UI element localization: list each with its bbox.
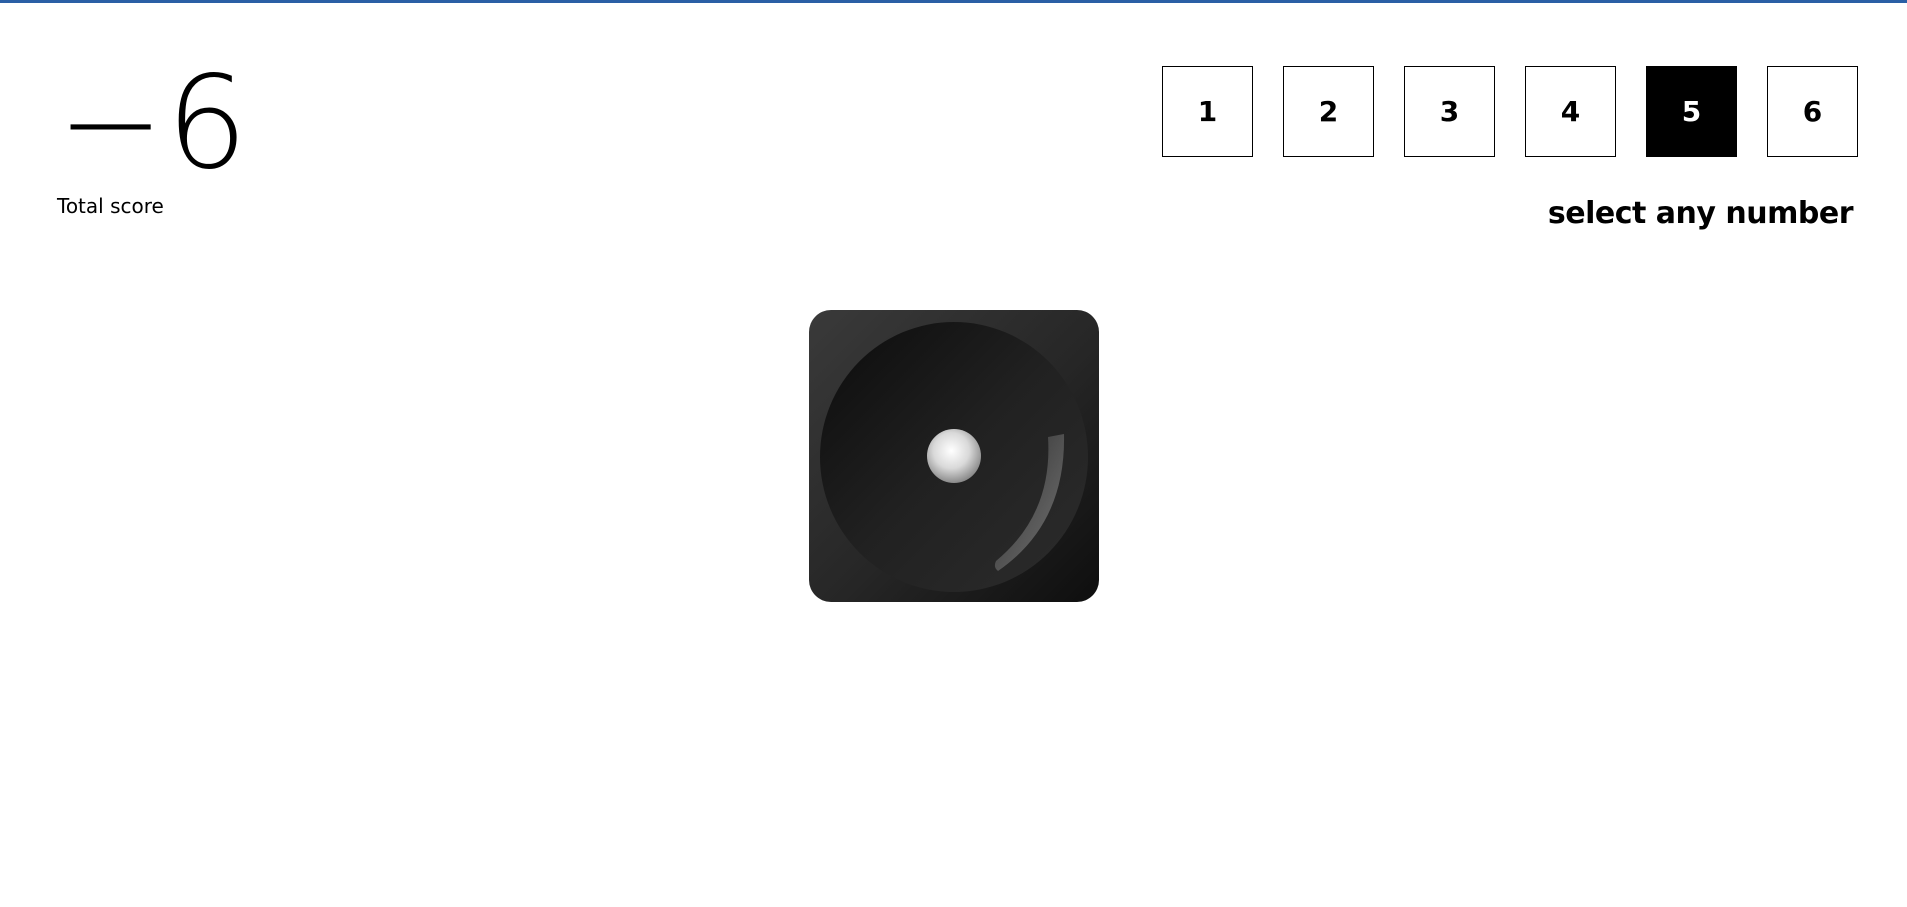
die-face-one-icon bbox=[809, 310, 1099, 602]
top-accent-bar bbox=[0, 0, 1907, 3]
number-button-1[interactable]: 1 bbox=[1162, 66, 1253, 157]
number-button-6[interactable]: 6 bbox=[1767, 66, 1858, 157]
score-panel: −6 Total score bbox=[57, 49, 297, 219]
dice-roll-button[interactable] bbox=[808, 309, 1100, 603]
number-button-3[interactable]: 3 bbox=[1404, 66, 1495, 157]
number-button-2[interactable]: 2 bbox=[1283, 66, 1374, 157]
select-number-prompt: select any number bbox=[1547, 196, 1854, 231]
number-button-5[interactable]: 5 bbox=[1646, 66, 1737, 157]
number-selector: 1 2 3 4 5 6 bbox=[1162, 66, 1858, 157]
number-button-4[interactable]: 4 bbox=[1525, 66, 1616, 157]
total-score-value: −6 bbox=[57, 49, 250, 198]
